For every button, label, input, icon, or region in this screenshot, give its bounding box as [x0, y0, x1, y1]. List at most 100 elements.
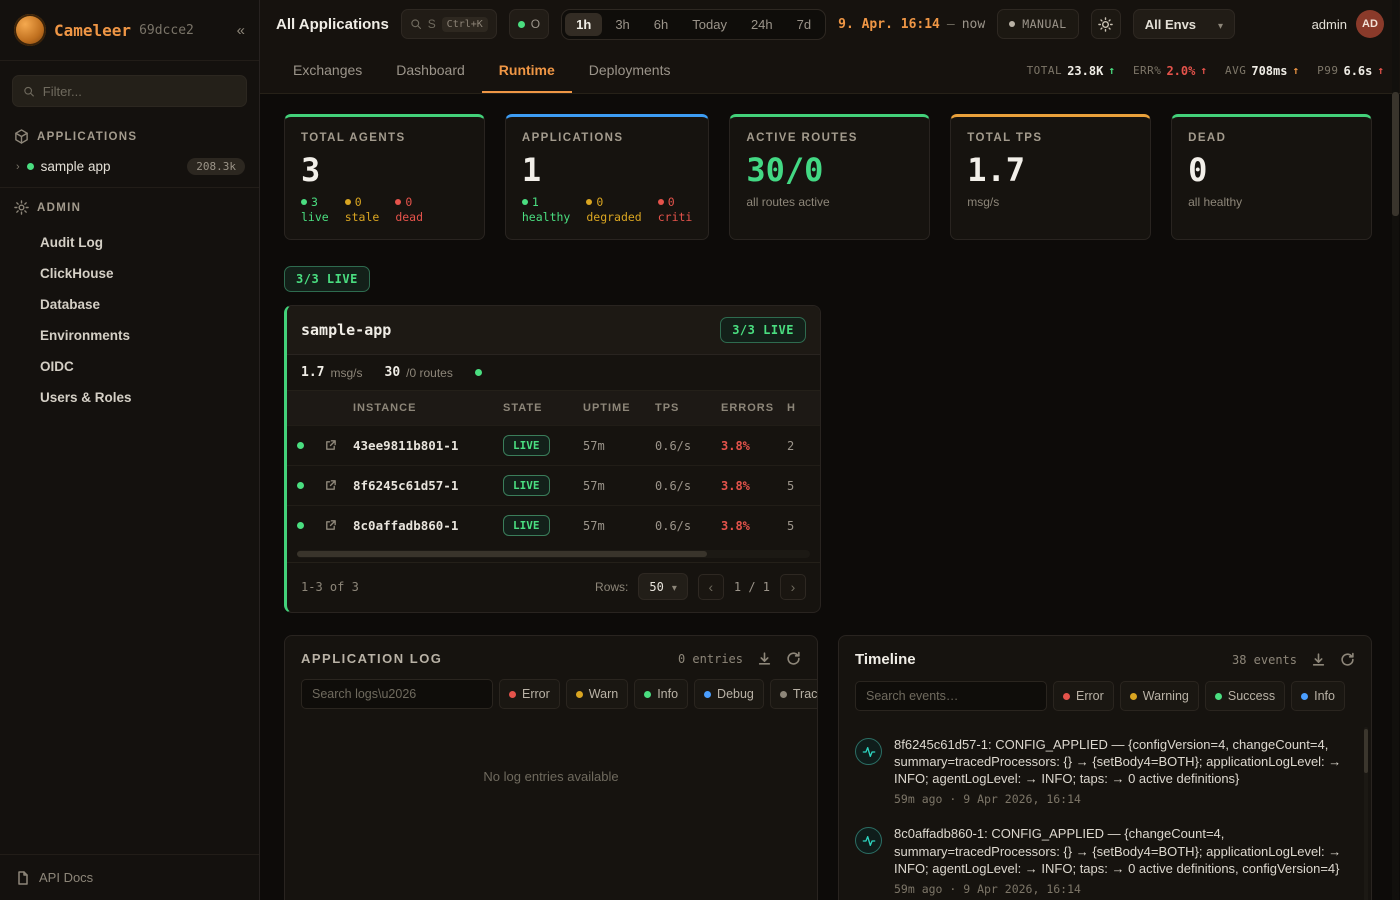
time-range-6h[interactable]: 6h [643, 13, 679, 36]
success-dot [1215, 693, 1222, 700]
account-button[interactable]: admin AD [1312, 10, 1384, 38]
manual-label: MANUAL [1022, 17, 1067, 31]
sub-dead: 0dead [395, 195, 423, 224]
time-range-24h[interactable]: 24h [740, 13, 784, 36]
time-range-today[interactable]: Today [681, 13, 738, 36]
next-page-button[interactable]: › [780, 574, 806, 600]
log-filter-info[interactable]: Info [634, 679, 688, 709]
warn-dot [576, 691, 583, 698]
online-indicator[interactable]: O [509, 9, 549, 39]
instance-row[interactable]: 43ee9811b801-1 LIVE 57m 0.6/s 3.8% 2 [287, 425, 820, 465]
time-display[interactable]: 9. Apr. 16:14 — now [838, 17, 985, 32]
stat-err-pct: ERR% 2.0% ↑ [1133, 64, 1207, 78]
error-dot [509, 691, 516, 698]
log-controls: Error Warn Info Debug Trace [285, 679, 817, 721]
stat-card-applications: APPLICATIONS 1 1healthy 0degraded 0criti [505, 114, 709, 240]
tab-exchanges[interactable]: Exchanges [276, 48, 379, 93]
sample-app-meta: 1.7 msg/s 30 /0 routes [287, 355, 820, 391]
expand-chevron-icon[interactable] [16, 161, 20, 173]
sidebar-item-sample-app[interactable]: sample app 208.3k [0, 152, 259, 185]
sidebar-item-audit-log[interactable]: Audit Log [0, 227, 259, 258]
online-label: O [531, 17, 540, 31]
sub-critical: 0criti [658, 195, 693, 224]
tab-runtime[interactable]: Runtime [482, 48, 572, 93]
refresh-icon[interactable] [786, 651, 801, 666]
online-status-dot [518, 21, 525, 28]
time-range-1h[interactable]: 1h [565, 13, 602, 36]
tab-deployments[interactable]: Deployments [572, 48, 688, 93]
logo-row: Cameleer 69dcce2 [0, 0, 259, 61]
tab-dashboard[interactable]: Dashboard [379, 48, 482, 93]
log-search-input[interactable] [301, 679, 493, 709]
sidebar-filter-box[interactable] [12, 75, 247, 107]
download-icon[interactable] [757, 651, 772, 666]
app-count-badge: 208.3k [187, 158, 245, 175]
log-filter-warn[interactable]: Warn [566, 679, 628, 709]
sidebar-item-api-docs[interactable]: API Docs [0, 854, 259, 900]
stat-card-dead: DEAD 0 all healthy [1171, 114, 1372, 240]
tabbar: Exchanges Dashboard Runtime Deployments … [260, 48, 1400, 94]
instance-row[interactable]: 8f6245c61d57-1 LIVE 57m 0.6/s 3.8% 5 [287, 465, 820, 505]
time-range-7d[interactable]: 7d [786, 13, 822, 36]
external-link-icon[interactable] [313, 439, 347, 452]
sidebar-item-oidc[interactable]: OIDC [0, 351, 259, 382]
env-select-value: All Envs [1145, 17, 1196, 32]
external-link-icon[interactable] [313, 479, 347, 492]
collapse-sidebar-icon[interactable] [237, 22, 245, 39]
download-icon[interactable] [1311, 652, 1326, 667]
main-area: All Applications S… Ctrl+K O 1h 3h 6h To… [260, 0, 1400, 900]
sun-icon [1098, 17, 1113, 32]
timeline-filter-error[interactable]: Error [1053, 681, 1114, 711]
time-range-3h[interactable]: 3h [604, 13, 640, 36]
timeline-events-list: 8f6245c61d57-1: CONFIG_APPLIED — {config… [839, 723, 1371, 900]
global-search-box[interactable]: S… Ctrl+K [401, 9, 497, 39]
scrollbar-thumb[interactable] [297, 551, 707, 557]
page-scrollbar[interactable] [1392, 0, 1399, 900]
scrollbar-thumb[interactable] [1392, 92, 1399, 216]
horizontal-scrollbar[interactable] [297, 550, 810, 558]
theme-toggle-button[interactable] [1091, 9, 1121, 39]
external-link-icon[interactable] [313, 519, 347, 532]
applications-icon [14, 129, 29, 144]
timeline-filter-success[interactable]: Success [1205, 681, 1285, 711]
timeline-title: Timeline [855, 651, 916, 668]
activity-icon [855, 738, 882, 765]
content: TOTAL AGENTS 3 3live 0stale 0dead APPLIC… [260, 94, 1400, 900]
refresh-icon[interactable] [1340, 652, 1355, 667]
sidebar-item-environments[interactable]: Environments [0, 320, 259, 351]
environment-select[interactable]: All Envs [1133, 9, 1235, 39]
timeline-search-input[interactable] [855, 681, 1047, 711]
info-dot [644, 691, 651, 698]
sidebar: Cameleer 69dcce2 APPLICATIONS sample app… [0, 0, 260, 900]
application-log-panel: APPLICATION LOG 0 entries Error Warn Inf… [284, 635, 818, 900]
scrollbar-thumb[interactable] [1364, 729, 1368, 773]
sidebar-item-clickhouse[interactable]: ClickHouse [0, 258, 259, 289]
log-filter-error[interactable]: Error [499, 679, 560, 709]
instance-status-dot [297, 442, 304, 449]
live-status-badge: 3/3 LIVE [284, 266, 370, 292]
instances-table-header: INSTANCE STATE UPTIME TPS ERRORS H [287, 391, 820, 425]
current-timestamp: 9. Apr. 16:14 [838, 17, 940, 32]
log-empty-state: No log entries available [285, 721, 817, 832]
row-range-text: 1-3 of 3 [301, 580, 359, 594]
event-message: 8c0affadb860-1: CONFIG_APPLIED — {change… [894, 825, 1353, 876]
log-filter-trace[interactable]: Trace [770, 679, 818, 709]
instance-row[interactable]: 8c0affadb860-1 LIVE 57m 0.6/s 3.8% 5 [287, 505, 820, 545]
timeline-scrollbar[interactable] [1364, 727, 1368, 900]
stat-card-row: TOTAL AGENTS 3 3live 0stale 0dead APPLIC… [284, 114, 1372, 240]
log-filter-debug[interactable]: Debug [694, 679, 764, 709]
rows-per-page-select[interactable]: 50 [638, 573, 687, 600]
state-badge: LIVE [503, 515, 550, 536]
timeline-filter-warning[interactable]: Warning [1120, 681, 1199, 711]
timeline-filter-info[interactable]: Info [1291, 681, 1345, 711]
manual-refresh-toggle[interactable]: MANUAL [997, 9, 1079, 39]
event-timestamp: 59m ago · 9 Apr 2026, 16:14 [894, 792, 1353, 806]
sidebar-item-database[interactable]: Database [0, 289, 259, 320]
prev-page-button[interactable]: ‹ [698, 574, 724, 600]
chevron-down-icon [1218, 17, 1223, 32]
sidebar-filter-input[interactable] [43, 84, 236, 99]
instance-status-dot [297, 522, 304, 529]
timeline-controls: Error Warning Success Info [839, 681, 1371, 723]
sidebar-item-users-roles[interactable]: Users & Roles [0, 382, 259, 413]
stat-card-total-agents: TOTAL AGENTS 3 3live 0stale 0dead [284, 114, 485, 240]
